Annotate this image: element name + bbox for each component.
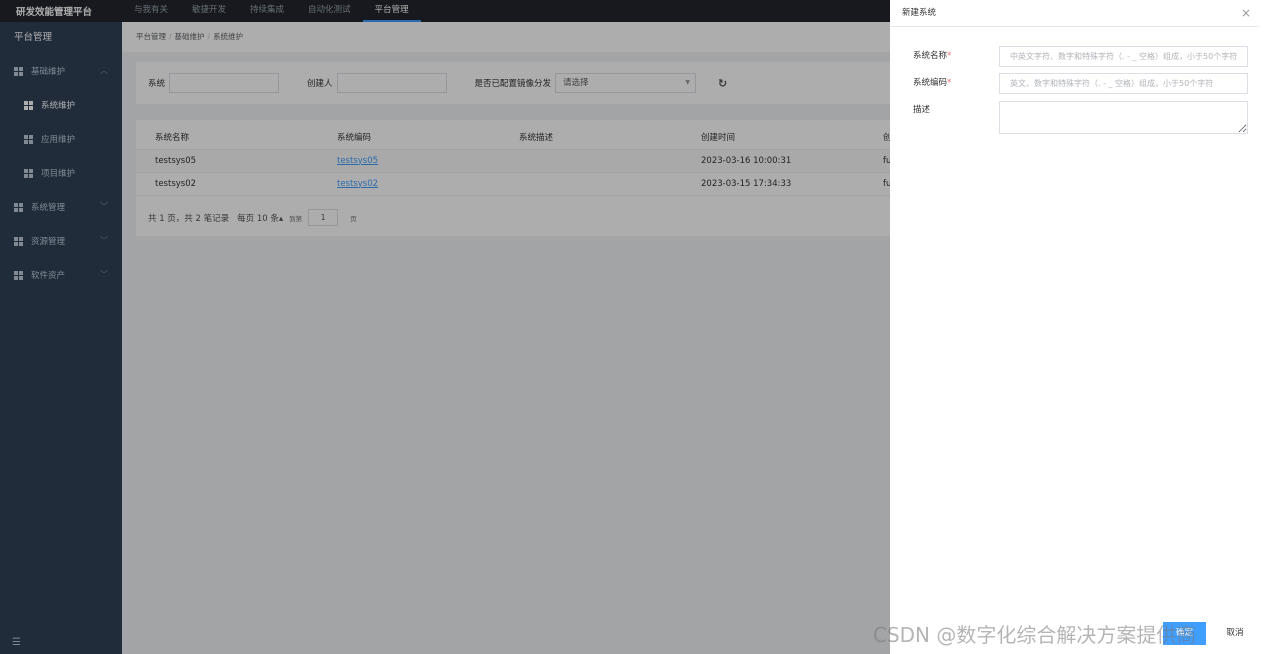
system-name-row: 系统名称* 中英文字符、数字和特殊字符（. - _ 空格）组成，小于50个字符 <box>913 46 1248 67</box>
system-name-label: 系统名称* <box>913 51 952 61</box>
system-name-input[interactable]: 中英文字符、数字和特殊字符（. - _ 空格）组成，小于50个字符 <box>999 46 1248 67</box>
cancel-button[interactable]: 取消 <box>1220 622 1250 645</box>
system-code-label: 系统编码* <box>913 78 952 88</box>
description-textarea[interactable] <box>999 101 1248 134</box>
close-icon[interactable]: × <box>1241 0 1251 27</box>
new-system-drawer: 新建系统 × 系统名称* 中英文字符、数字和特殊字符（. - _ 空格）组成，小… <box>890 0 1267 654</box>
modal-mask[interactable] <box>0 0 890 654</box>
system-code-row: 系统编码* 英文、数字和特殊字符（. - _ 空格）组成，小于50个字符 <box>913 73 1248 94</box>
confirm-button[interactable]: 确定 <box>1163 622 1206 645</box>
system-code-input[interactable]: 英文、数字和特殊字符（. - _ 空格）组成，小于50个字符 <box>999 73 1248 94</box>
description-row: 描述 <box>913 101 1248 134</box>
drawer-header: 新建系统 × <box>890 0 1259 27</box>
drawer-title: 新建系统 <box>902 8 937 18</box>
description-label: 描述 <box>913 105 931 115</box>
